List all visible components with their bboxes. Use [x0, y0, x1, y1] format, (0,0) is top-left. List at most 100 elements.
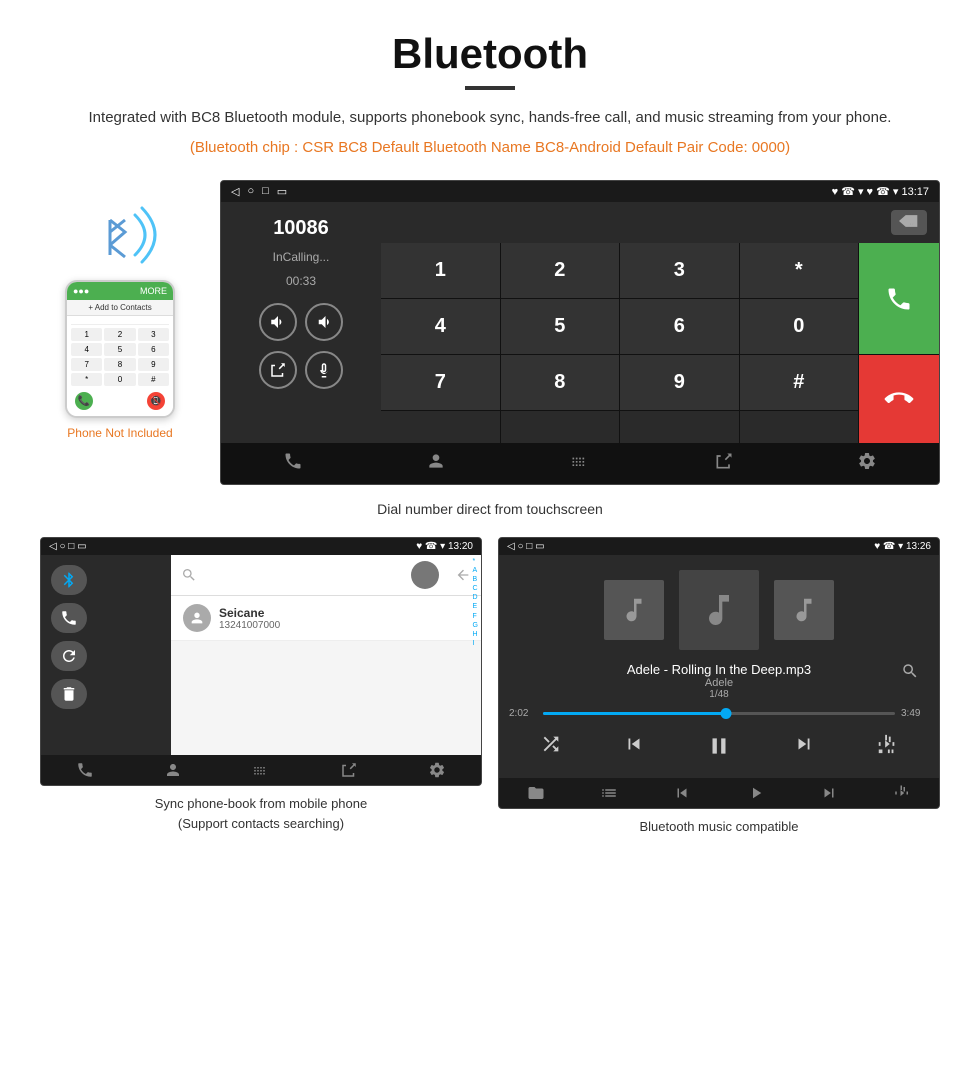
nav-phone-icon[interactable] [283, 451, 303, 476]
phone-btn-5: 5 [104, 343, 135, 356]
key-0[interactable]: 0 [740, 299, 859, 354]
album-art-center [679, 570, 759, 650]
phone-btn-7: 7 [71, 358, 102, 371]
recents-icon: □ [262, 185, 269, 198]
key-8[interactable]: 8 [501, 355, 620, 410]
phone-number-display [71, 320, 169, 325]
music-nav-prev[interactable] [673, 784, 691, 802]
phone-btn-star: * [71, 373, 102, 386]
equalizer-button[interactable] [876, 733, 898, 755]
phone-btn-0: 0 [104, 373, 135, 386]
key-6[interactable]: 6 [620, 299, 739, 354]
alphabet-index: * A B C D E F G H I [470, 555, 481, 755]
current-time: 2:02 [509, 708, 537, 719]
phone-call-button[interactable]: 📞 [75, 392, 93, 410]
dial-caption: Dial number direct from touchscreen [40, 501, 940, 517]
music-track-num: 1/48 [509, 689, 929, 700]
phone-top-label: ●●● [73, 286, 89, 296]
phone-btn-hash: # [138, 373, 169, 386]
contact-name: Seicane [219, 606, 280, 620]
microphone-button[interactable] [305, 351, 343, 389]
album-art-left [604, 580, 664, 640]
phone-dialpad-area: 1 2 3 4 5 6 7 8 9 * 0 # 📞 [67, 316, 173, 416]
music-section: ◁ ○ □ ▭ ♥ ☎ ▾ 13:26 [498, 537, 940, 837]
time-display: ♥ ☎ ▾ 13:17 [867, 186, 929, 198]
pb-delete-item[interactable] [51, 679, 161, 709]
key-7[interactable]: 7 [381, 355, 500, 410]
nav-transfer-icon[interactable] [714, 451, 734, 476]
music-controls [509, 729, 929, 763]
contact-row[interactable]: Seicane 13241007000 [171, 596, 481, 641]
pb-nav-settings[interactable] [428, 761, 446, 779]
shuffle-button[interactable] [540, 733, 562, 755]
pb-nav-contacts[interactable] [164, 761, 182, 779]
end-call-button[interactable] [859, 355, 939, 443]
key-9[interactable]: 9 [620, 355, 739, 410]
bluetooth-icon-area [80, 200, 160, 270]
album-art-right [774, 580, 834, 640]
key-5[interactable]: 5 [501, 299, 620, 354]
phone-btn-9: 9 [138, 358, 169, 371]
volume-down-button[interactable] [305, 303, 343, 341]
phone-btn-6: 6 [138, 343, 169, 356]
phone-btn-8: 8 [104, 358, 135, 371]
contact-avatar [183, 604, 211, 632]
phonebook-screen: ◁ ○ □ ▭ ♥ ☎ ▾ 13:20 [40, 537, 482, 786]
pb-nav-transfer[interactable] [340, 761, 358, 779]
pb-phone-item[interactable] [51, 603, 161, 633]
nav-contacts-icon[interactable] [426, 451, 446, 476]
pb-bluetooth-item[interactable] [51, 565, 161, 595]
notification-icon: ▭ [277, 185, 287, 198]
pb-search-bar [171, 555, 481, 596]
search-dot [411, 561, 439, 589]
music-main: Adele - Rolling In the Deep.mp3 Adele 1/… [499, 555, 939, 778]
home-icon: ○ [247, 185, 254, 198]
phone-end-button[interactable]: 📵 [147, 392, 165, 410]
volume-up-button[interactable] [259, 303, 297, 341]
music-nav-bar [499, 778, 939, 808]
music-albums [604, 570, 834, 650]
total-time: 3:49 [901, 708, 929, 719]
play-pause-button[interactable] [706, 733, 732, 759]
android-nav-bar [221, 443, 939, 484]
progress-track[interactable] [543, 712, 895, 715]
pb-nav-phone[interactable] [76, 761, 94, 779]
call-button[interactable] [859, 243, 939, 354]
phone-grid: 1 2 3 4 5 6 7 8 9 * 0 # [71, 328, 169, 386]
phone-btn-2: 2 [104, 328, 135, 341]
music-nav-eq[interactable] [893, 784, 911, 802]
music-nav-next[interactable] [820, 784, 838, 802]
music-nav-play[interactable] [747, 784, 765, 802]
key-4[interactable]: 4 [381, 299, 500, 354]
music-search-button[interactable] [901, 662, 919, 685]
nav-settings-icon[interactable] [857, 451, 877, 476]
key-star[interactable]: * [740, 243, 859, 298]
phone-add-contact: + Add to Contacts [67, 300, 173, 316]
transfer-button[interactable] [259, 351, 297, 389]
key-3[interactable]: 3 [620, 243, 739, 298]
key-empty1 [381, 411, 500, 443]
pb-nav-grid[interactable] [252, 761, 270, 779]
pb-main: Seicane 13241007000 * A B C D E [41, 555, 481, 755]
phone-top-bar: ●●● MORE [67, 282, 173, 300]
pb-refresh-item[interactable] [51, 641, 161, 671]
music-status-bar: ◁ ○ □ ▭ ♥ ☎ ▾ 13:26 [499, 538, 939, 555]
key-1[interactable]: 1 [381, 243, 500, 298]
key-2[interactable]: 2 [501, 243, 620, 298]
music-info: Adele - Rolling In the Deep.mp3 Adele 1/… [509, 662, 929, 700]
pb-status-bar: ◁ ○ □ ▭ ♥ ☎ ▾ 13:20 [41, 538, 481, 555]
backspace-button[interactable] [891, 210, 927, 235]
prev-button[interactable] [623, 733, 645, 755]
music-nav-folder[interactable] [527, 784, 545, 802]
music-nav-playlist[interactable] [600, 784, 618, 802]
pb-status-left: ◁ ○ □ ▭ [49, 541, 87, 552]
contact-info: Seicane 13241007000 [219, 606, 280, 631]
next-button[interactable] [793, 733, 815, 755]
android-call-screen: ◁ ○ □ ▭ ♥ ☎ ▾ ♥ ☎ ▾ 13:17 10086 InCallin… [220, 180, 940, 485]
nav-dialpad-icon[interactable] [570, 451, 590, 476]
title-divider [465, 86, 515, 90]
music-title: Adele - Rolling In the Deep.mp3 [509, 662, 929, 677]
wifi-icon: ▾ [858, 186, 864, 198]
key-hash[interactable]: # [740, 355, 859, 410]
pb-sidebar [41, 555, 171, 755]
